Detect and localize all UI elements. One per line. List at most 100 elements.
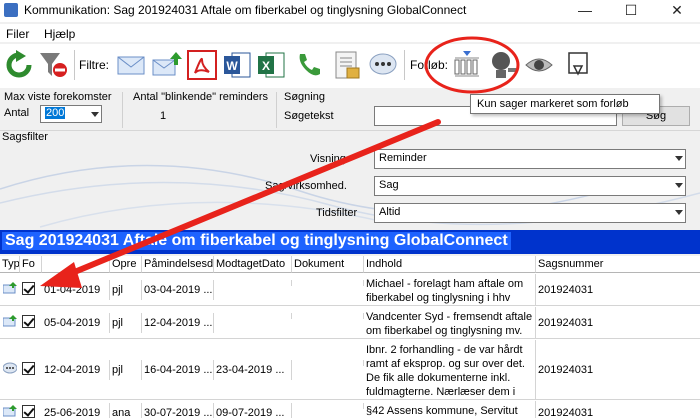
chat-icon[interactable] [368, 50, 398, 80]
view-select[interactable]: Reminder [374, 149, 686, 169]
table-cell-content: Vandcenter Syd - fremsendt aftale om fib… [364, 307, 536, 339]
title-bar: Kommunikation: Sag 201924031 Aftale om f… [0, 0, 700, 22]
type-select[interactable]: Sag [374, 176, 686, 196]
column-header[interactable]: Opre [110, 256, 142, 273]
table-cell-date: 01-04-2019 [42, 280, 110, 300]
chevron-down-icon[interactable] [91, 112, 99, 117]
table-cell-document [292, 313, 364, 319]
menu-hjaelp[interactable]: Hjælp [44, 27, 75, 41]
case-filter-label: Sagsfilter [2, 131, 48, 143]
toolbar-separator [74, 50, 75, 80]
table-cell-reminder: 16-04-2019 ... [142, 360, 214, 380]
table-cell-user: pjl [110, 360, 142, 380]
count-value: 200 [45, 107, 66, 119]
svg-text:X: X [262, 59, 270, 73]
table-cell-document [292, 280, 364, 286]
table-cell-received [214, 313, 292, 319]
phone-icon[interactable] [294, 50, 324, 80]
search-group-label: Søgning [284, 91, 325, 103]
table-cell-user: pjl [110, 313, 142, 333]
table-cell-reminder: 03-04-2019 ... [142, 280, 214, 300]
eye-icon[interactable] [524, 50, 554, 80]
progress-checkbox[interactable] [22, 405, 35, 418]
table-cell-content: Michael - forelagt ham aftale om fiberka… [364, 274, 536, 306]
minimize-button[interactable]: — [562, 0, 608, 22]
table-cell-received: 23-04-2019 ... [214, 360, 292, 380]
mail-in-icon[interactable] [116, 50, 146, 80]
column-header[interactable]: Typ [0, 256, 20, 273]
max-cases-label: Max viste forekomster [4, 91, 112, 103]
table-row[interactable]: 01-04-2019 pjl 03-04-2019 ... Michael - … [0, 274, 700, 306]
export-icon[interactable] [564, 50, 594, 80]
count-label: Antal [4, 107, 30, 119]
column-header[interactable]: Fo [20, 256, 42, 273]
column-header [42, 256, 110, 273]
case-header-bar: Sag 201924031 Aftale om fiberkabel og ti… [0, 230, 700, 254]
progress-icon[interactable] [452, 50, 482, 80]
toolbar: Filtre: W X Forløb: [0, 44, 700, 88]
progress-checkbox[interactable] [22, 362, 35, 375]
time-label: Tidsfilter [316, 207, 358, 219]
column-header[interactable]: Indhold [364, 256, 536, 273]
column-header[interactable]: ModtagetDato [214, 256, 292, 273]
pdf-icon[interactable] [187, 50, 217, 80]
column-header[interactable]: Dokument [292, 256, 364, 273]
type-label: Sag/virksomhed. [265, 180, 347, 192]
table-cell-case-number: 201924031 [538, 364, 594, 376]
table-cell-case-number: 201924031 [538, 284, 594, 296]
mail-in-icon [3, 405, 17, 417]
count-select[interactable]: 200 [40, 105, 102, 123]
maximize-button[interactable]: ☐ [608, 0, 654, 22]
svg-text:W: W [226, 59, 238, 73]
progress-tooltip: Kun sager markeret som forløb [470, 94, 660, 114]
table-row[interactable]: 12-04-2019 pjl 16-04-2019 ... 23-04-2019… [0, 340, 700, 400]
reminder-table: Typ Fo Opre Påmindelsesda ModtagetDato D… [0, 256, 700, 418]
mail-out-icon[interactable] [152, 50, 182, 80]
table-cell-content: §42 Assens kommune, Servitut rør til fib… [364, 401, 536, 418]
table-cell-case-number: 201924031 [538, 407, 594, 418]
table-cell-reminder: 30-07-2019 ... [142, 403, 214, 418]
menu-filer[interactable]: Filer [6, 27, 29, 41]
case-filter-panel: Sagsfilter Visning Reminder Sag/virksomh… [0, 130, 700, 230]
chat-icon [3, 362, 17, 374]
progress-label: Forløb: [410, 58, 449, 72]
view-value: Reminder [379, 152, 427, 164]
menu-bar: Filer Hjælp [0, 24, 700, 42]
column-header[interactable]: Sagsnummer [536, 256, 700, 273]
mail-out-icon [3, 315, 17, 327]
blinking-value: 1 [160, 110, 167, 122]
table-cell-document [292, 360, 364, 366]
window-title: Kommunikation: Sag 201924031 Aftale om f… [24, 3, 467, 17]
table-cell-content: Ibnr. 2 forhandling - de var hårdt ramt … [364, 340, 536, 400]
table-cell-user: ana [110, 403, 142, 418]
table-cell-date: 25-06-2019 [42, 403, 110, 418]
toolbar-separator [404, 50, 405, 80]
close-button[interactable]: ✕ [654, 0, 700, 22]
divider [122, 92, 123, 128]
table-row[interactable]: 05-04-2019 pjl 12-04-2019 ... Vandcenter… [0, 307, 700, 339]
progress-checkbox[interactable] [22, 315, 35, 328]
progress-checkbox[interactable] [22, 282, 35, 295]
view-label: Visning [310, 153, 346, 165]
refresh-icon[interactable] [4, 50, 34, 80]
chevron-down-icon[interactable] [675, 156, 683, 161]
time-select[interactable]: Altid [374, 203, 686, 223]
table-row[interactable]: 25-06-2019 ana 30-07-2019 ... 09-07-2019… [0, 401, 700, 418]
mail-in-icon [3, 282, 17, 294]
filter-label: Filtre: [79, 58, 109, 72]
table-cell-date: 12-04-2019 [42, 360, 110, 380]
blinking-label: Antal "blinkende" reminders [133, 91, 268, 103]
divider [276, 92, 277, 128]
person-icon[interactable] [488, 50, 518, 80]
time-value: Altid [379, 206, 401, 218]
table-cell-reminder: 12-04-2019 ... [142, 313, 214, 333]
column-header[interactable]: Påmindelsesda [142, 256, 214, 273]
document-icon[interactable] [332, 50, 362, 80]
chevron-down-icon[interactable] [675, 210, 683, 215]
case-header-title: Sag 201924031 Aftale om fiberkabel og ti… [2, 232, 511, 250]
word-icon[interactable]: W [222, 50, 252, 80]
filter-clear-icon[interactable] [38, 50, 68, 80]
excel-icon[interactable]: X [256, 50, 286, 80]
app-icon [4, 3, 18, 17]
chevron-down-icon[interactable] [675, 183, 683, 188]
